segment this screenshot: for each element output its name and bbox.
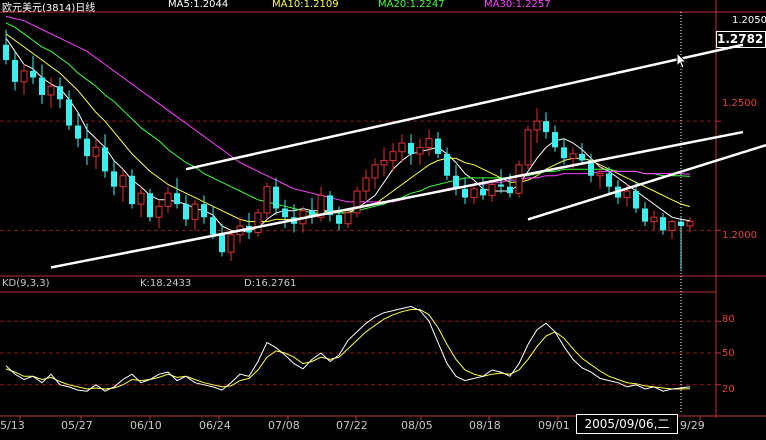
candle-body-down <box>507 186 513 194</box>
candle-body-down <box>129 175 135 205</box>
candle-body-up <box>20 70 28 83</box>
candle-body-up <box>371 164 379 179</box>
candle-body-up <box>254 212 262 234</box>
candle-body-down <box>174 193 180 205</box>
mouse-pointer-icon <box>676 52 688 69</box>
candle-body-up <box>164 192 172 207</box>
candle-body-down <box>84 138 90 157</box>
candle-body-down <box>435 138 441 154</box>
price-chart[interactable] <box>0 0 766 440</box>
candle-body-down <box>552 132 558 148</box>
candle-body-down <box>462 188 468 198</box>
kd-axis-label-50: 50 <box>722 348 735 359</box>
price-axis-top-tag: 1.2050 <box>732 15 766 26</box>
kd-axis-label-80: 80 <box>722 314 735 325</box>
candle-body-down <box>102 147 108 172</box>
price-axis-label-2: 1.2000 <box>722 230 757 241</box>
candle-body-up <box>344 212 352 225</box>
candle-body-down <box>147 193 153 218</box>
ma20-legend: MA20:1.2247 <box>378 0 445 10</box>
candle-body-up <box>353 190 361 214</box>
candle-body-up <box>686 221 694 227</box>
symbol-title: 欧元美元(3814)日线 <box>2 3 96 14</box>
ma-line-ma30 <box>5 15 691 203</box>
candle-body-down <box>30 70 36 78</box>
trend-channel-line <box>185 43 744 171</box>
candle-body-down <box>57 86 63 100</box>
candle-body-up <box>470 188 478 199</box>
x-axis-label: 08/18 <box>469 419 501 432</box>
candle-body-down <box>39 77 45 95</box>
candle-body-down <box>336 215 342 224</box>
x-axis-label: 05/27 <box>61 419 93 432</box>
candle-body-down <box>543 121 549 133</box>
ma5-legend: MA5:1.2044 <box>168 0 229 10</box>
cursor-date-readout: 2005/09/06,二 <box>576 414 678 434</box>
candle-body-up <box>488 183 496 196</box>
candle-body-up <box>416 146 424 155</box>
candle-body-down <box>3 44 9 61</box>
ma30-legend: MA30:1.2257 <box>484 0 551 10</box>
candle-body-up <box>650 216 658 223</box>
candle-body-up <box>668 221 676 231</box>
candle-body-down <box>75 125 81 139</box>
candle-body-up <box>191 203 199 220</box>
candle-body-down <box>642 208 648 222</box>
candle-body-up <box>596 173 604 177</box>
ma-line-ma20 <box>5 22 691 214</box>
ma-line-ma10 <box>5 33 691 223</box>
candle-body-down <box>660 217 666 231</box>
candle-body-down <box>111 171 117 187</box>
x-axis-label: 07/22 <box>336 419 368 432</box>
candle-body-up <box>380 159 388 166</box>
candle-body-down <box>480 188 486 196</box>
candle-body-up <box>524 129 532 166</box>
candle-body-up <box>362 177 370 192</box>
candle-body-down <box>606 173 612 187</box>
x-axis-label: 06/24 <box>199 419 231 432</box>
price-axis-label-1: 1.2500 <box>722 98 757 109</box>
k-value-legend: K:18.2433 <box>140 278 192 289</box>
candle-body-up <box>515 164 523 194</box>
x-axis-label: 07/08 <box>268 419 300 432</box>
candle-body-up <box>389 151 397 161</box>
candle-body-down <box>444 153 450 176</box>
candle-body-down <box>201 204 207 218</box>
trend-channel-line <box>50 130 744 269</box>
kd-axis-label-20: 20 <box>722 384 735 395</box>
candle-body-up <box>425 138 433 148</box>
candle-body-up <box>137 192 145 205</box>
candle-body-up <box>92 146 100 157</box>
candle-body-down <box>282 208 288 218</box>
candle-body-up <box>569 153 577 159</box>
candle-body-up <box>227 234 235 253</box>
candle-body-down <box>579 153 585 161</box>
candle-body-up <box>398 142 406 153</box>
candle-body-up <box>533 120 541 131</box>
candle-body-down <box>66 99 72 126</box>
candle-body-down <box>633 191 639 209</box>
current-price-box: 1.2782 <box>716 31 766 48</box>
candle-body-down <box>210 217 216 235</box>
x-axis-label: 9/29 <box>680 419 705 432</box>
x-axis-label: 09/01 <box>538 419 570 432</box>
candle-body-up <box>47 85 55 96</box>
candle-body-down <box>12 60 18 82</box>
candle-body-down <box>219 234 225 253</box>
x-axis-label: 08/05 <box>401 419 433 432</box>
candle-body-up <box>119 175 127 188</box>
d-value-legend: D:16.2761 <box>244 278 297 289</box>
kd-indicator-title: KD(9,3,3) <box>2 278 50 289</box>
candle-body-down <box>408 143 414 154</box>
candle-body-up <box>155 205 163 218</box>
x-axis-label: 06/10 <box>130 419 162 432</box>
candle-body-up <box>623 190 631 199</box>
ma10-legend: MA10:1.2109 <box>272 0 339 10</box>
candle-body-down <box>498 184 504 187</box>
candle-body-down <box>273 186 279 209</box>
candle-body-down <box>561 147 567 159</box>
candle-body-up <box>263 186 271 214</box>
candle-body-down <box>183 204 189 220</box>
x-axis-label: 5/13 <box>0 419 25 432</box>
